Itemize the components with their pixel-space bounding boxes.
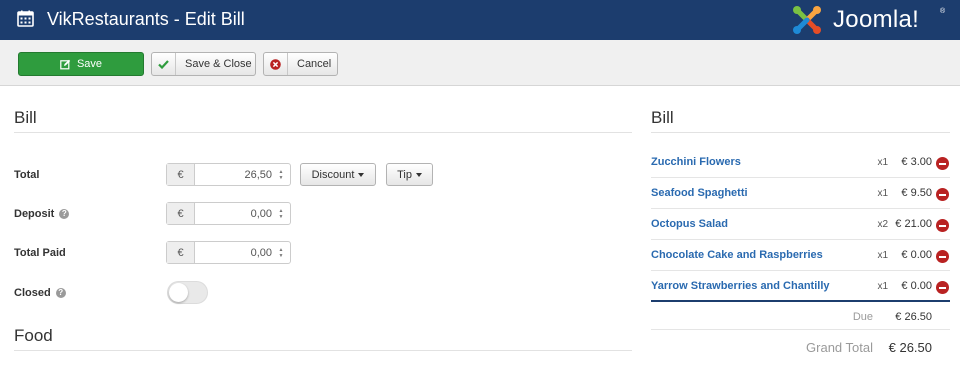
cancel-button[interactable]: Cancel [263, 52, 338, 76]
grand-total-value: € 26.50 [888, 340, 932, 355]
joomla-registered-mark: ® [940, 8, 946, 15]
total-paid-input[interactable]: € 0,00 ▲ ▼ [166, 241, 291, 264]
remove-item-icon[interactable] [936, 281, 949, 294]
deposit-input[interactable]: € 0,00 ▲ ▼ [166, 202, 291, 225]
grand-total-row: Grand Total € 26.50 [651, 340, 950, 360]
remove-item-icon[interactable] [936, 250, 949, 263]
help-icon[interactable]: ? [55, 288, 66, 298]
bill-item-price: € 0.00 [901, 249, 932, 261]
divider [14, 132, 632, 133]
bill-item-quantity: x1 [877, 188, 888, 199]
total-value[interactable]: 26,50 [195, 164, 276, 185]
currency-addon: € [167, 203, 195, 224]
bill-item-price: € 3.00 [901, 156, 932, 168]
due-row: Due € 26.50 [651, 310, 950, 330]
bill-item-row: Zucchini Flowers x1 € 3.00 [651, 148, 950, 178]
remove-item-icon[interactable] [936, 219, 949, 232]
bill-item-row: Octopus Salad x2 € 21.00 [651, 210, 950, 240]
spinner-icon[interactable]: ▲ ▼ [276, 242, 286, 263]
save-button[interactable]: Save [18, 52, 144, 76]
total-paid-label: Total Paid [14, 247, 66, 259]
spinner-icon[interactable]: ▲ ▼ [276, 164, 286, 185]
deposit-value[interactable]: 0,00 [195, 203, 276, 224]
divider [651, 132, 950, 133]
tip-dropdown-button[interactable]: Tip [386, 163, 433, 186]
bill-item-price: € 9.50 [901, 187, 932, 199]
calendar-icon [17, 10, 34, 27]
header-bar: VikRestaurants - Edit Bill Joomla! ® [0, 0, 960, 40]
food-heading: Food [14, 326, 53, 345]
currency-addon: € [167, 242, 195, 263]
total-paid-label-text: Total Paid [14, 247, 66, 259]
total-label: Total [14, 169, 39, 181]
bill-summary-heading: Bill [651, 108, 674, 127]
discount-label: Discount [311, 168, 355, 181]
deposit-label: Deposit ? [14, 208, 70, 220]
joomla-logo-icon [793, 6, 821, 34]
bill-item-price: € 21.00 [895, 218, 932, 230]
bill-item-quantity: x1 [877, 250, 888, 261]
edit-icon [60, 59, 71, 69]
bill-item-quantity: x1 [877, 281, 888, 292]
help-icon[interactable]: ? [59, 209, 70, 219]
save-button-label: Save [76, 58, 103, 70]
save-and-close-label: Save & Close [185, 58, 252, 70]
bill-form-heading: Bill [14, 108, 37, 127]
caret-down-icon [415, 172, 422, 177]
toggle-knob [169, 283, 188, 302]
bill-item-row: Seafood Spaghetti x1 € 9.50 [651, 179, 950, 209]
bill-item-name-link[interactable]: Zucchini Flowers [651, 156, 741, 168]
remove-item-icon[interactable] [936, 157, 949, 170]
total-label-text: Total [14, 169, 40, 181]
bill-item-name-link[interactable]: Yarrow Strawberries and Chantilly [651, 280, 830, 292]
joomla-logo: Joomla! ® [790, 3, 950, 37]
closed-label-text: Closed [14, 287, 51, 299]
bill-item-name-link[interactable]: Octopus Salad [651, 218, 728, 230]
spinner-icon[interactable]: ▲ ▼ [276, 203, 286, 224]
toolbar: Save Save & Close Cancel [0, 40, 960, 86]
total-paid-value[interactable]: 0,00 [195, 242, 276, 263]
divider [14, 350, 632, 351]
total-input[interactable]: € 26,50 ▲ ▼ [166, 163, 291, 186]
bill-item-name-link[interactable]: Seafood Spaghetti [651, 187, 748, 199]
deposit-label-text: Deposit [14, 208, 55, 220]
due-label: Due [852, 311, 873, 323]
discount-dropdown-button[interactable]: Discount [300, 163, 376, 186]
cancel-icon [264, 53, 288, 75]
bill-item-quantity: x2 [877, 219, 888, 230]
due-value: € 26.50 [895, 311, 932, 323]
bill-item-quantity: x1 [877, 157, 888, 168]
currency-addon: € [167, 164, 195, 185]
cancel-label: Cancel [297, 58, 332, 70]
check-icon [152, 53, 176, 75]
joomla-wordmark: Joomla! [833, 6, 920, 33]
tip-label: Tip [397, 168, 412, 181]
remove-item-icon[interactable] [936, 188, 949, 201]
bill-item-price: € 0.00 [901, 280, 932, 292]
save-and-close-button[interactable]: Save & Close [151, 52, 256, 76]
closed-toggle[interactable] [167, 281, 208, 304]
bill-item-row: Yarrow Strawberries and Chantilly x1 € 0.0… [651, 272, 950, 302]
caret-down-icon [358, 172, 365, 177]
page-title: VikRestaurants - Edit Bill [47, 9, 245, 29]
grand-total-label: Grand Total [806, 340, 873, 355]
bill-item-row: Chocolate Cake and Raspberries x1 € 0.00 [651, 241, 950, 271]
bill-item-name-link[interactable]: Chocolate Cake and Raspberries [651, 249, 823, 261]
bill-total-divider [651, 300, 950, 302]
closed-label: Closed ? [14, 287, 66, 299]
